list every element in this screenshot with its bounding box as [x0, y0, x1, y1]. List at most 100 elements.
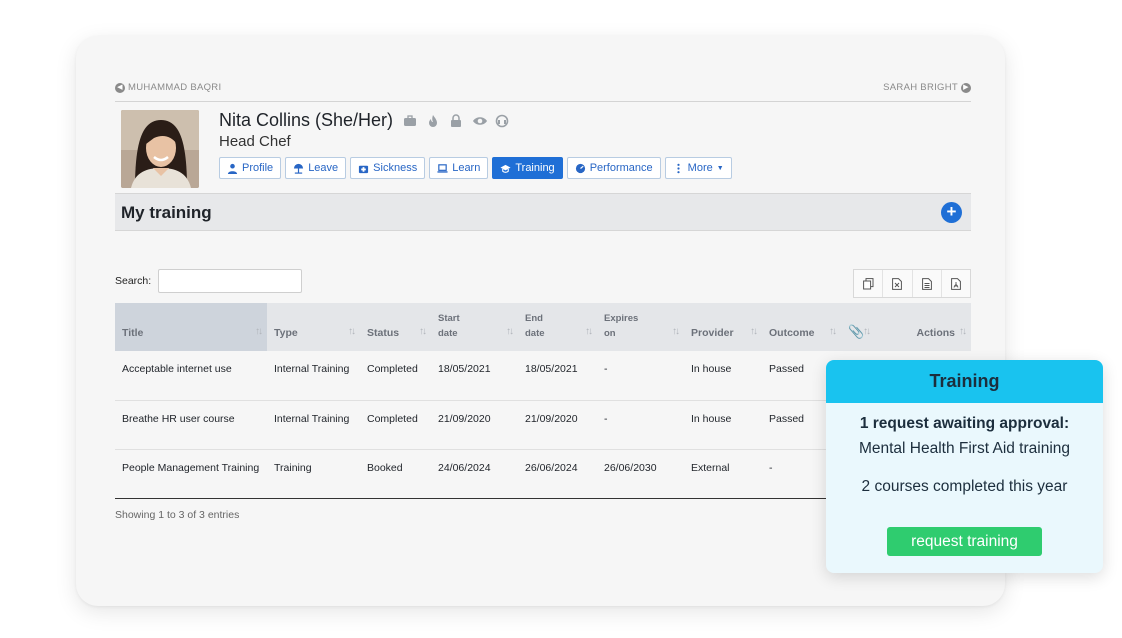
- tab-label: Training: [515, 162, 555, 174]
- headset-icon[interactable]: [495, 114, 509, 128]
- sort-icon: ↑↓: [419, 326, 427, 337]
- search-input[interactable]: [158, 269, 302, 293]
- caret-down-icon: ▼: [716, 164, 724, 172]
- employee-navigation: ◀ MUHAMMAD BAQRI SARAH BRIGHT ▶: [115, 82, 971, 102]
- tab-sickness[interactable]: Sickness: [350, 157, 426, 179]
- avatar-photo: [121, 110, 199, 188]
- column-header-expires-on[interactable]: Expires on ↑↓: [597, 303, 684, 351]
- pending-course-name: Mental Health First Aid training: [858, 440, 1071, 457]
- sort-icon: ↑↓: [348, 326, 356, 337]
- tab-profile[interactable]: Profile: [219, 157, 282, 179]
- profile-tabs: Profile Leave Sickness Learn Training Pe…: [219, 157, 732, 179]
- export-csv-button[interactable]: [913, 270, 942, 297]
- cell-status: Completed: [360, 351, 431, 401]
- paperclip-icon: 📎: [848, 324, 865, 339]
- cell-start-date: 24/06/2024: [431, 449, 518, 499]
- cell-start-date: 18/05/2021: [431, 351, 518, 401]
- avatar: [121, 110, 199, 188]
- sort-icon: ↑↓: [863, 326, 871, 337]
- column-header-title[interactable]: Title ↑↓: [115, 303, 267, 351]
- table-header-row: Title ↑↓ Type ↑↓ Status ↑↓ Start date ↑↓ End…: [115, 303, 971, 351]
- pending-requests-text: 1 request awaiting approval:: [859, 415, 1070, 432]
- cell-status: Booked: [360, 449, 431, 499]
- cell-type: Training: [267, 449, 360, 499]
- chevron-right-icon: ▶: [961, 82, 971, 93]
- section-header: My training +: [115, 193, 971, 231]
- fire-icon[interactable]: [426, 114, 440, 128]
- plus-icon: +: [946, 202, 957, 221]
- next-employee-name: SARAH BRIGHT: [883, 82, 958, 93]
- cell-end-date: 26/06/2024: [518, 449, 597, 499]
- column-header-status[interactable]: Status ↑↓: [360, 303, 431, 351]
- sort-icon: ↑↓: [750, 326, 758, 337]
- tab-more[interactable]: More ▼: [664, 157, 732, 179]
- tab-label: Learn: [452, 162, 481, 174]
- cell-expires-on: 26/06/2030: [597, 449, 684, 499]
- employee-name: Nita Collins (She/Her): [219, 110, 394, 130]
- csv-file-icon: [921, 277, 932, 290]
- cell-type: Internal Training: [267, 400, 360, 450]
- sort-icon: ↑↓: [959, 326, 967, 337]
- column-header-actions[interactable]: Actions ↑↓: [875, 303, 971, 351]
- tab-label: More: [687, 162, 713, 174]
- cell-expires-on: -: [597, 351, 684, 401]
- tab-label: Performance: [589, 162, 653, 174]
- laptop-icon: [437, 163, 448, 173]
- add-training-button[interactable]: +: [941, 202, 962, 223]
- tab-training[interactable]: Training: [492, 157, 563, 179]
- tab-learn[interactable]: Learn: [429, 157, 489, 179]
- employee-status-icons: [403, 113, 509, 128]
- export-pdf-button[interactable]: [942, 270, 970, 297]
- export-toolbar: [853, 269, 971, 298]
- beach-umbrella-icon: [294, 163, 304, 174]
- sort-icon: ↑↓: [506, 326, 514, 337]
- copy-button[interactable]: [854, 270, 884, 297]
- graduation-cap-icon: [500, 164, 511, 173]
- briefcase-icon[interactable]: [403, 114, 417, 128]
- completed-courses-text: 2 courses completed this year: [861, 478, 1068, 495]
- employee-header: Nita Collins (She/Her): [219, 110, 509, 131]
- export-excel-button[interactable]: [883, 270, 913, 297]
- excel-file-icon: [892, 277, 903, 290]
- tab-leave[interactable]: Leave: [285, 157, 347, 179]
- cell-expires-on: -: [597, 400, 684, 450]
- cell-title: People Management Training: [115, 449, 267, 499]
- request-training-button[interactable]: request training: [887, 527, 1042, 556]
- user-icon: [227, 163, 238, 174]
- sort-icon: ↑↓: [255, 326, 263, 337]
- pdf-file-icon: [950, 277, 961, 290]
- tab-label: Leave: [308, 162, 339, 174]
- next-employee-link[interactable]: SARAH BRIGHT ▶: [883, 82, 971, 93]
- column-header-end-date[interactable]: End date ↑↓: [518, 303, 597, 351]
- popup-title: Training: [826, 360, 1103, 403]
- column-header-provider[interactable]: Provider ↑↓: [684, 303, 762, 351]
- cell-provider: External: [684, 449, 762, 499]
- eye-icon[interactable]: [472, 114, 488, 128]
- prev-employee-link[interactable]: ◀ MUHAMMAD BAQRI: [115, 82, 221, 93]
- cell-title: Acceptable internet use: [115, 351, 267, 401]
- cell-end-date: 21/09/2020: [518, 400, 597, 450]
- cell-provider: In house: [684, 400, 762, 450]
- sort-icon: ↑↓: [829, 326, 837, 337]
- lock-icon[interactable]: [449, 113, 463, 128]
- table-info: Showing 1 to 3 of 3 entries: [115, 509, 240, 521]
- search-label: Search:: [115, 275, 152, 287]
- sort-icon: ↑↓: [585, 326, 593, 337]
- tab-label: Sickness: [373, 162, 418, 174]
- copy-icon: [862, 277, 874, 289]
- cell-title: Breathe HR user course: [115, 400, 267, 450]
- tab-label: Profile: [242, 162, 274, 174]
- column-header-type[interactable]: Type ↑↓: [267, 303, 360, 351]
- cell-start-date: 21/09/2020: [431, 400, 518, 450]
- prev-employee-name: MUHAMMAD BAQRI: [128, 82, 222, 93]
- cell-status: Completed: [360, 400, 431, 450]
- column-header-start-date[interactable]: Start date ↑↓: [431, 303, 518, 351]
- chevron-left-icon: ◀: [115, 82, 125, 93]
- column-header-outcome[interactable]: Outcome ↑↓: [762, 303, 841, 351]
- tab-performance[interactable]: Performance: [566, 157, 661, 179]
- medical-kit-icon: [359, 165, 369, 173]
- gauge-icon: [575, 163, 585, 173]
- column-header-attachment[interactable]: 📎 ↑↓: [841, 303, 875, 351]
- sort-icon: ↑↓: [672, 326, 680, 337]
- vertical-dots-icon: [677, 163, 680, 173]
